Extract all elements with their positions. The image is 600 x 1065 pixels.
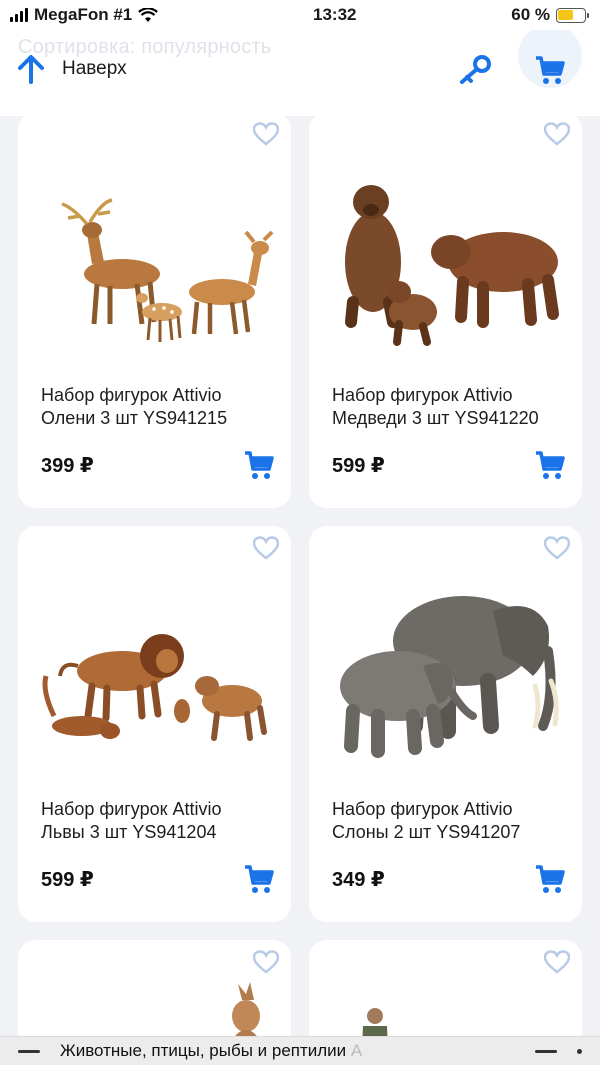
product-price: 599 ₽ (332, 455, 385, 477)
header-cart-button[interactable] (534, 54, 566, 91)
header: Сортировка: популярность Наверх (0, 24, 600, 116)
battery-icon (555, 7, 589, 23)
heart-icon[interactable] (253, 536, 279, 560)
battery-fill (558, 10, 574, 20)
add-to-cart-icon[interactable] (534, 449, 566, 481)
product-title-line1: Набор фигурок Attivio (41, 799, 222, 819)
status-bar: MegaFon #1 13:32 60 % (0, 0, 600, 30)
product-title-line2: Олени 3 шт YS941215 (41, 408, 228, 428)
product-price: 399 ₽ (41, 455, 94, 477)
product-title[interactable]: Набор фигурок Attivio Слоны 2 шт YS94120… (332, 798, 572, 844)
more-dot-icon[interactable] (577, 1048, 582, 1054)
product-title-line1: Набор фигурок Attivio (332, 385, 513, 405)
add-to-cart-icon[interactable] (534, 863, 566, 895)
carrier-label: MegaFon #1 (34, 5, 133, 24)
product-title[interactable]: Набор фигурок Attivio Львы 3 шт YS941204 (41, 798, 281, 844)
heart-icon[interactable] (253, 950, 279, 974)
heart-icon[interactable] (253, 122, 279, 146)
heart-icon[interactable] (544, 122, 570, 146)
scroll-to-top-label: Наверх (62, 58, 127, 79)
product-title-line2: Слоны 2 шт YS941207 (332, 822, 521, 842)
menu-handle-icon[interactable] (18, 1049, 40, 1053)
product-image-deer[interactable] (32, 152, 277, 372)
product-title[interactable]: Набор фигурок Attivio Медведи 3 шт YS941… (332, 384, 572, 430)
status-left: MegaFon #1 (10, 5, 159, 25)
product-title-line2: Медведи 3 шт YS941220 (332, 408, 539, 428)
product-title-line2: Львы 3 шт YS941204 (41, 822, 217, 842)
signal-icon (10, 8, 28, 22)
product-image-lions[interactable] (32, 566, 277, 786)
product-image-bears[interactable] (323, 152, 568, 372)
product-card[interactable]: Набор фигурок Attivio Львы 3 шт YS941204… (18, 526, 291, 922)
minimize-icon[interactable] (535, 1049, 557, 1053)
product-price: 349 ₽ (332, 869, 385, 891)
product-card[interactable]: Набор фигурок Attivio Олени 3 шт YS94121… (18, 112, 291, 508)
cart-icon (536, 56, 565, 84)
heart-icon[interactable] (544, 536, 570, 560)
product-card[interactable]: Набор фигурок Attivio Слоны 2 шт YS94120… (309, 526, 582, 922)
arrow-up-icon (18, 55, 44, 84)
battery-percent: 60 % (511, 5, 550, 24)
product-title[interactable]: Набор фигурок Attivio Олени 3 шт YS94121… (41, 384, 281, 430)
key-button[interactable] (458, 54, 492, 91)
heart-icon[interactable] (544, 950, 570, 974)
product-image-elephants[interactable] (323, 566, 568, 786)
key-icon (460, 55, 491, 84)
scroll-to-top-button[interactable]: Наверх (18, 54, 127, 84)
clock: 13:32 (313, 5, 357, 24)
category-title: Животные, птицы, рыбы и рептилии А (60, 1041, 515, 1061)
bottom-bar: Животные, птицы, рыбы и рептилии А (0, 1036, 600, 1065)
category-title-text: Животные, птицы, рыбы и рептилии (60, 1041, 347, 1060)
add-to-cart-icon[interactable] (243, 863, 275, 895)
add-to-cart-icon[interactable] (243, 449, 275, 481)
wifi-icon (138, 7, 159, 22)
product-price: 599 ₽ (41, 869, 94, 891)
category-title-fade: А (346, 1041, 363, 1060)
product-title-line1: Набор фигурок Attivio (41, 385, 222, 405)
product-card[interactable]: Набор фигурок Attivio Медведи 3 шт YS941… (309, 112, 582, 508)
product-title-line1: Набор фигурок Attivio (332, 799, 513, 819)
product-grid: Набор фигурок Attivio Олени 3 шт YS94121… (0, 112, 600, 1065)
status-right: 60 % (511, 5, 589, 25)
